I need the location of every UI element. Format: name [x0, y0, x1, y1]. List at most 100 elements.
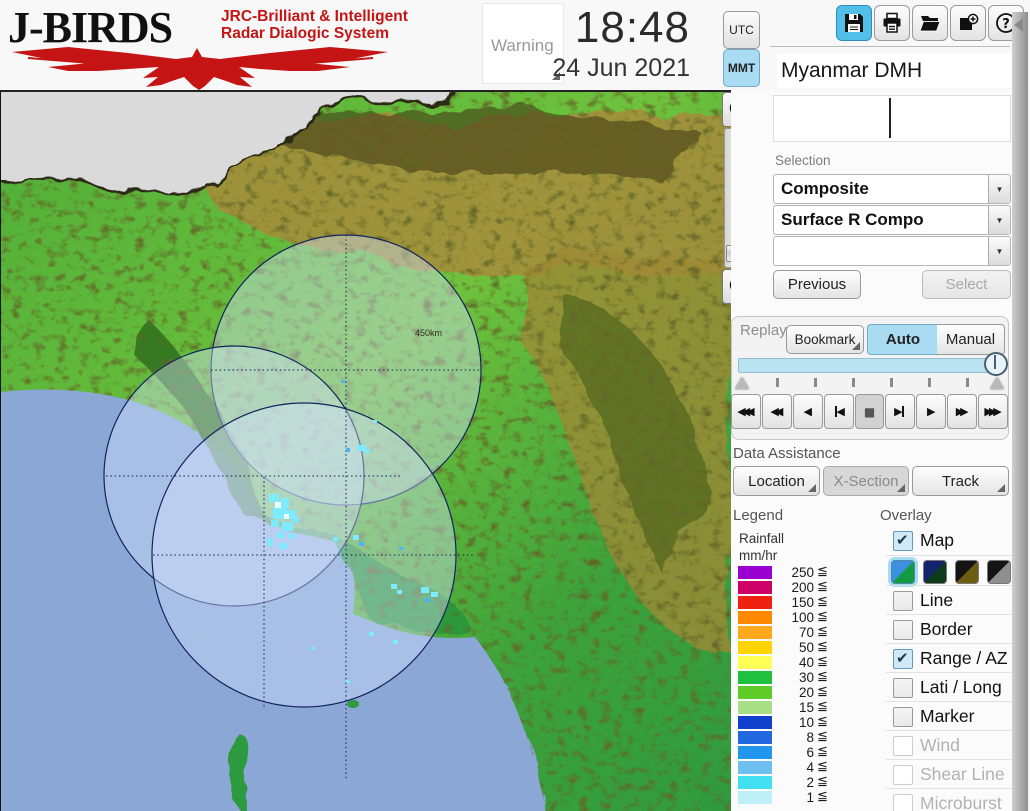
jump-forward-button[interactable]: ▶ ▶ ▶	[978, 394, 1009, 429]
replay-timeline-slider[interactable]	[738, 358, 1002, 373]
legend-value: 10	[798, 715, 814, 730]
map-style-3-swatch[interactable]	[955, 560, 979, 584]
legend-value: 30	[798, 670, 814, 685]
legend-swatch	[738, 656, 772, 669]
legend-value: 2	[806, 775, 814, 790]
precipitation-echo	[399, 547, 403, 550]
jump-forward-icon: ▶ ▶ ▶	[984, 405, 1002, 418]
precipitation-echo	[311, 647, 315, 650]
overlay-row-line: Line	[886, 585, 1012, 615]
legend-swatch	[738, 611, 772, 624]
precipitation-echo	[267, 538, 273, 546]
timezone-utc-button[interactable]: UTC	[723, 11, 760, 49]
dropdown-category[interactable]: Composite ▼	[773, 174, 1011, 204]
jump-backward-icon: ◀ ◀ ◀	[737, 405, 755, 418]
replay-mode-auto-button[interactable]: Auto	[867, 324, 939, 355]
bookmark-button[interactable]: Bookmark	[786, 325, 864, 354]
radar-map-viewport[interactable]: 450km	[0, 90, 731, 811]
eagle-icon	[12, 47, 388, 90]
legend-operator: ≦	[817, 639, 828, 654]
panel-scroll-strip[interactable]	[1012, 12, 1028, 811]
legend-value: 6	[806, 745, 814, 760]
overlay-row-range-az: Range / AZ	[886, 643, 1012, 673]
legend-unit-line2: mm/hr	[739, 548, 778, 563]
play-forward-button[interactable]: ▶	[916, 394, 947, 429]
track-button[interactable]: Track	[912, 466, 1009, 496]
precipitation-echo	[359, 542, 364, 546]
map-style-2-swatch[interactable]	[923, 560, 947, 584]
dropdown-product[interactable]: Surface R Compo ▼	[773, 205, 1011, 235]
shear-line-checkbox[interactable]	[893, 765, 913, 785]
precipitation-echo	[275, 502, 281, 508]
save-button[interactable]	[836, 5, 872, 41]
legend-operator: ≦	[817, 594, 828, 609]
open-folder-button[interactable]	[912, 5, 948, 41]
skip-to-start-button[interactable]: ◀	[823, 394, 854, 429]
location-button[interactable]: Location	[733, 466, 820, 496]
play-backward-button[interactable]: ◀	[792, 394, 823, 429]
precipitation-echo	[269, 494, 279, 502]
station-name: Myanmar DMH	[777, 54, 1013, 88]
timezone-mmt-button[interactable]: MMT	[723, 49, 760, 87]
border-checkbox[interactable]	[893, 620, 913, 640]
header-separator	[770, 46, 1010, 47]
collapse-panel-icon[interactable]	[1014, 18, 1023, 32]
timeline-tick	[776, 378, 779, 387]
microburst-checkbox[interactable]	[893, 794, 913, 811]
toolbar: ?	[836, 5, 1024, 41]
overlay-item-label: Lati / Long	[920, 677, 1002, 697]
jbirds-application-window: J-BIRDS JRC-Brilliant & Intelligent Rada…	[0, 0, 1030, 811]
legend-swatch	[738, 566, 772, 579]
map-style-4-swatch[interactable]	[987, 560, 1011, 584]
precipitation-echo	[425, 598, 430, 602]
map-style-1-swatch[interactable]	[891, 560, 915, 584]
overlay-row-map: Map	[886, 526, 1012, 555]
line-checkbox[interactable]	[893, 591, 913, 611]
legend-operator: ≦	[817, 774, 828, 789]
select-button[interactable]: Select	[922, 270, 1011, 299]
fast-backward-button[interactable]: ◀ ◀	[761, 394, 792, 429]
legend-operator: ≦	[817, 624, 828, 639]
range-ring-label: 450km	[415, 328, 443, 338]
print-button[interactable]	[874, 5, 910, 41]
precipitation-echo	[353, 535, 359, 540]
timeline-start-marker[interactable]	[735, 377, 749, 389]
overlay-row-wind: Wind	[886, 730, 1012, 760]
save-icon	[843, 12, 865, 34]
precipitation-echo	[289, 534, 295, 539]
chevron-down-icon[interactable]: ▼	[988, 237, 1010, 265]
timeline-tick	[814, 378, 817, 387]
legend-value: 150	[791, 595, 814, 610]
data-assistance-label: Data Assistance	[733, 445, 841, 462]
stop-button[interactable]: ■	[854, 394, 885, 429]
timeline-tick	[852, 378, 855, 387]
overlay-row-marker: Marker	[886, 701, 1012, 731]
svg-text:?: ?	[1002, 17, 1010, 32]
legend-operator: ≦	[817, 684, 828, 699]
timeline-end-marker[interactable]	[990, 377, 1004, 389]
header-bar: J-BIRDS JRC-Brilliant & Intelligent Rada…	[0, 0, 1030, 90]
skip-to-end-button[interactable]: ▶	[885, 394, 916, 429]
fast-forward-button[interactable]: ▶ ▶	[947, 394, 978, 429]
replay-slider-thumb[interactable]	[984, 352, 1008, 376]
replay-mode-manual-button[interactable]: Manual	[937, 324, 1005, 355]
marker-checkbox[interactable]	[893, 707, 913, 727]
chevron-down-icon[interactable]: ▼	[988, 175, 1010, 203]
overlay-row-shear-line: Shear Line	[886, 759, 1012, 789]
range-az-checkbox[interactable]	[893, 649, 913, 669]
chevron-down-icon[interactable]: ▼	[988, 206, 1010, 234]
map-checkbox[interactable]	[893, 531, 913, 551]
lati-long-checkbox[interactable]	[893, 678, 913, 698]
precipitation-echo	[333, 537, 338, 541]
legend-value: 40	[798, 655, 814, 670]
jump-backward-button[interactable]: ◀ ◀ ◀	[731, 394, 761, 429]
previous-button[interactable]: Previous	[773, 270, 861, 299]
wind-checkbox[interactable]	[893, 736, 913, 756]
precipitation-echo	[282, 522, 293, 531]
dropdown-extra[interactable]: ▼	[773, 236, 1011, 266]
logo-subtitle: JRC-Brilliant & Intelligent Radar Dialog…	[221, 8, 408, 42]
x-section-button[interactable]: X-Section	[823, 466, 909, 496]
fast-backward-icon: ◀ ◀	[770, 405, 784, 418]
precipitation-echo	[369, 632, 374, 636]
screen-capture-button[interactable]	[950, 5, 986, 41]
